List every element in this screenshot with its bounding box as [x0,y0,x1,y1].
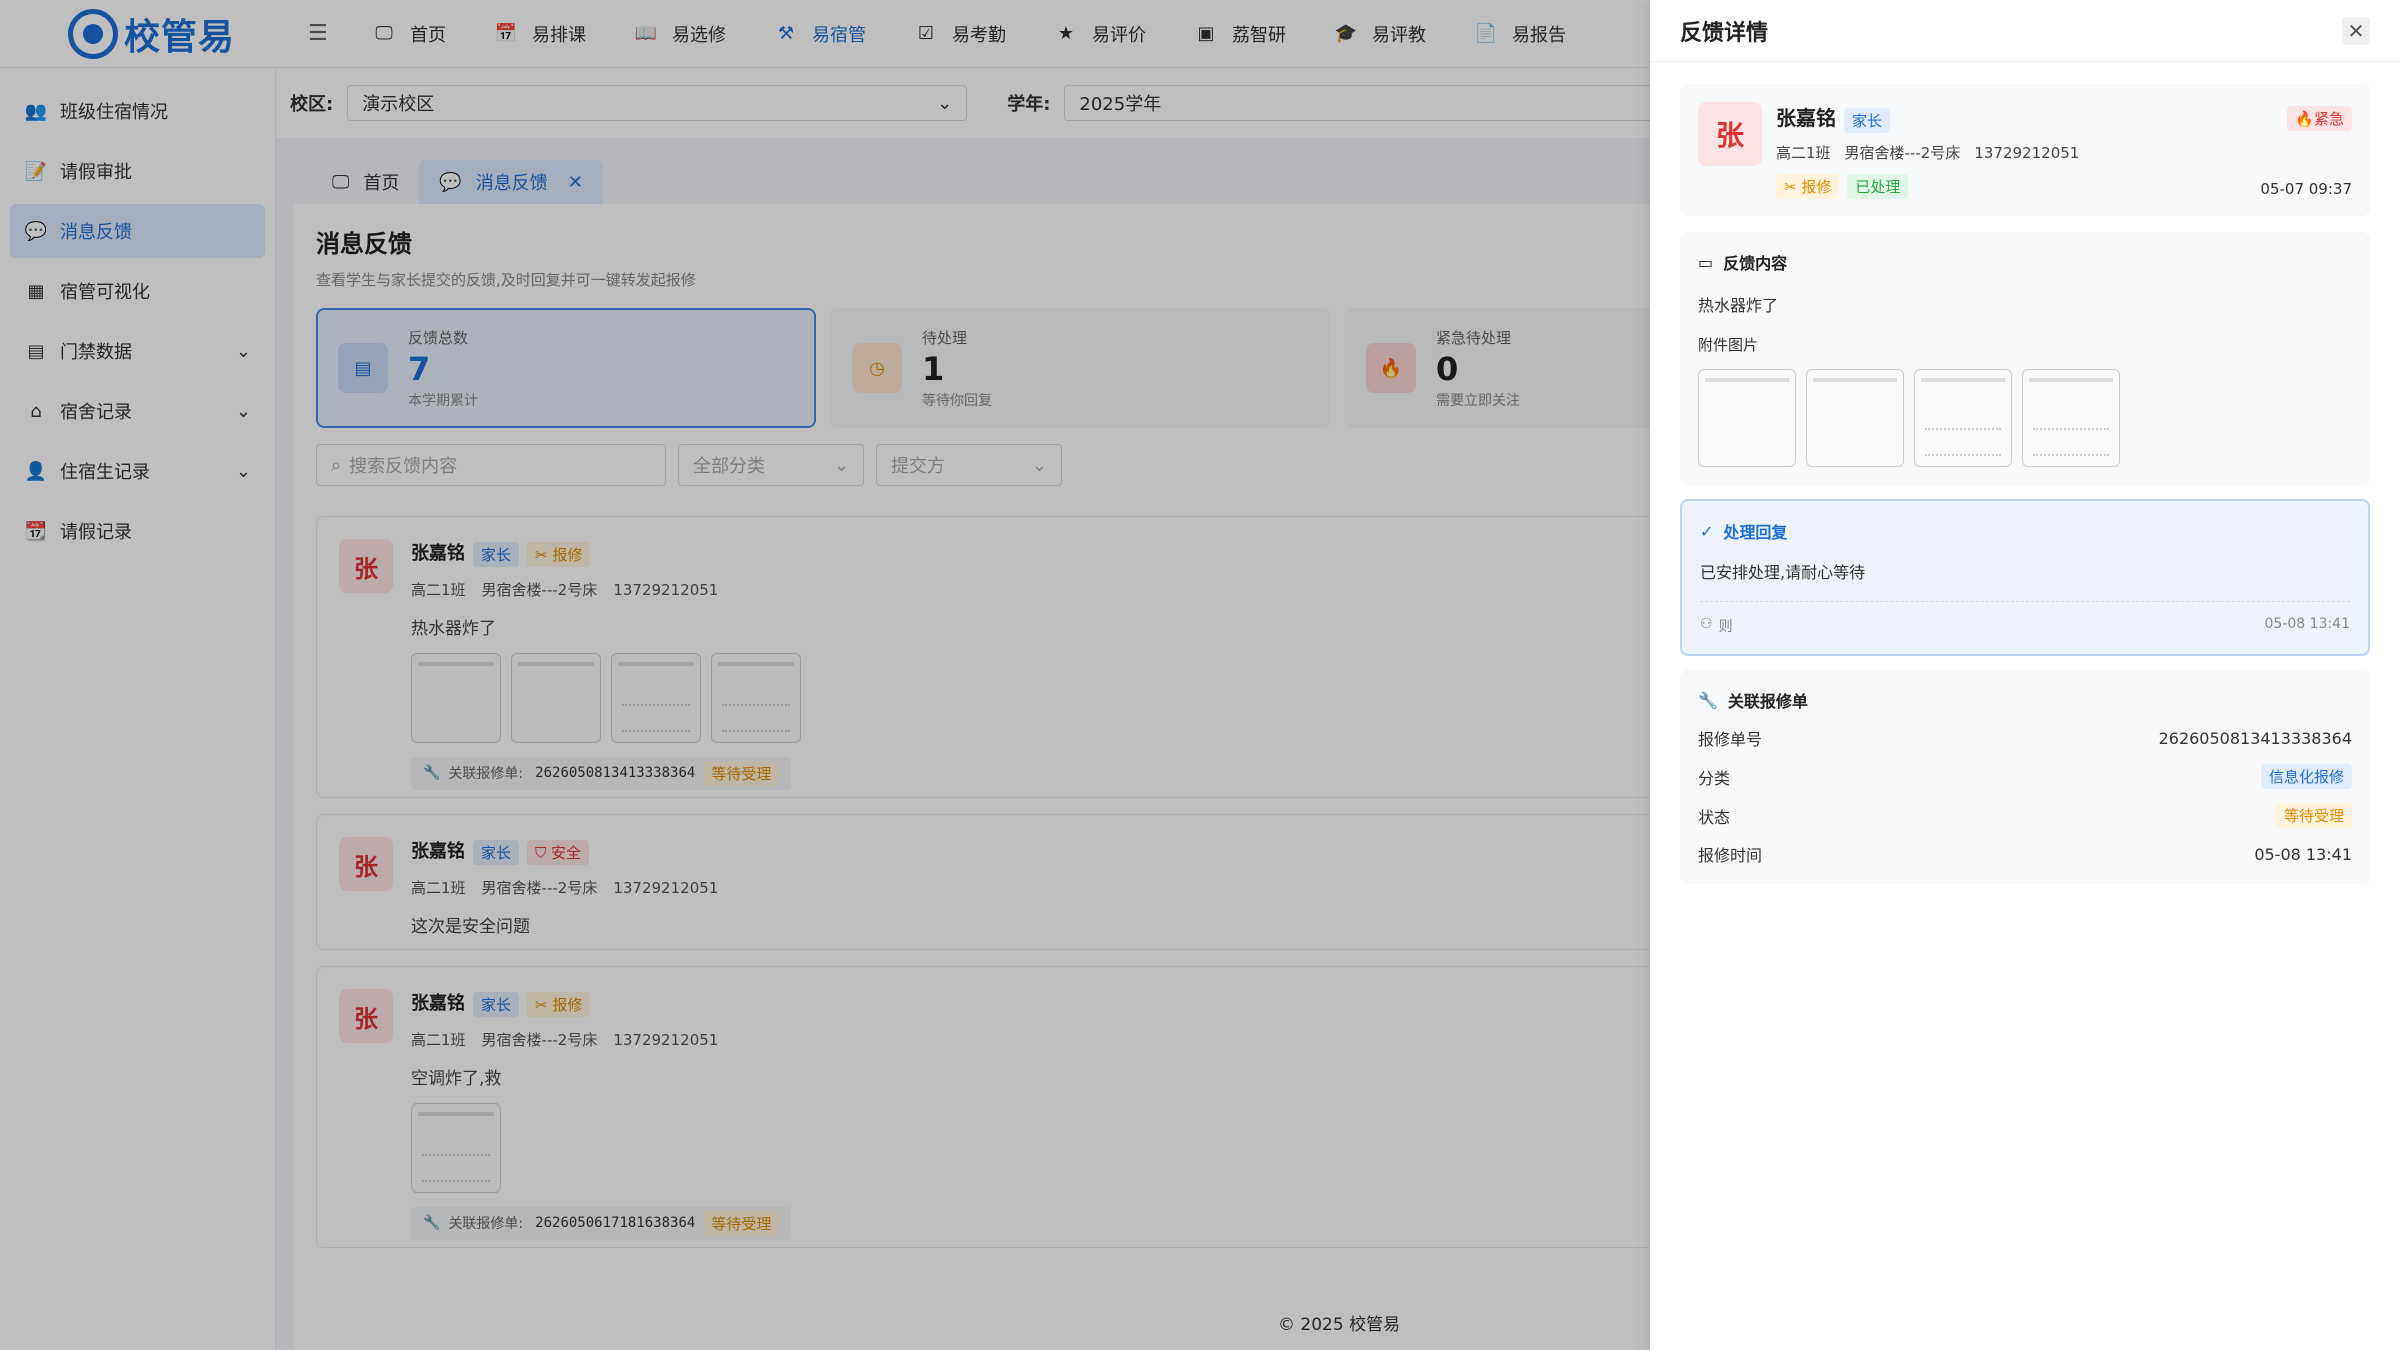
avatar: 张 [1698,102,1762,166]
repair-row-number: 报修单号 2626050813413338364 [1698,726,2352,750]
row-value: 05-08 13:41 [2254,844,2352,864]
attachment-label: 附件图片 [1698,336,1759,354]
feedback-text: 热水器炸了 [1698,296,1779,315]
repair-row-status: 状态 等待受理 [1698,803,2352,828]
section-title: 反馈内容 [1723,254,1788,273]
category-text: 报修 [1801,178,1832,196]
urgent-badge: 🔥紧急 [2287,106,2352,131]
feedback-detail-drawer: 反馈详情 ✕ 张 张嘉铭 家长 高二1班 男宿舍楼---2号床 13729212051… [1650,0,2400,1350]
name: 张嘉铭 [1776,106,1836,130]
close-icon[interactable]: ✕ [2342,16,2370,45]
reply-time: 05-08 13:41 [2264,616,2350,632]
phone-info: 13729212051 [1974,144,2080,162]
role-badge: 家长 [1844,107,1891,133]
reply-author: 则 [1718,619,1733,635]
section-title: 处理回复 [1723,523,1788,542]
message-icon: ▭ [1698,252,1714,272]
row-value: 等待受理 [2275,803,2352,828]
submitter-profile: 张 张嘉铭 家长 高二1班 男宿舍楼---2号床 13729212051 ✂ 报修 已处… [1680,84,2370,216]
class-info: 高二1班 [1776,144,1831,162]
drawer-title: 反馈详情 [1680,20,1769,46]
row-value: 2626050813413338364 [2158,728,2352,748]
attachment-thumb[interactable] [1698,369,1796,467]
wrench-icon: 🔧 [1698,690,1718,710]
submit-time: 05-07 09:37 [2260,180,2352,198]
row-key: 状态 [1698,807,1731,827]
row-key: 报修单号 [1698,730,1763,749]
row-value: 信息化报修 [2260,764,2352,789]
flame-icon: 🔥 [2295,110,2314,128]
attachment-thumb[interactable] [1914,369,2012,467]
reply-section: ✓ 处理回复 已安排处理,请耐心等待 ⚇ 则 05-08 13:41 [1680,499,2370,656]
urgent-text: 紧急 [2313,110,2344,128]
user-icon: ⚇ [1700,616,1713,632]
wrench-icon: ✂ [1784,178,1802,196]
section-title: 关联报修单 [1727,692,1808,711]
attachment-thumb[interactable] [1806,369,1904,467]
feedback-content-section: ▭ 反馈内容 热水器炸了 附件图片 [1680,232,2370,485]
attachment-thumb[interactable] [2022,369,2120,467]
repair-row-category: 分类 信息化报修 [1698,764,2352,789]
status-badge: 已处理 [1847,174,1909,199]
category-badge: ✂ 报修 [1776,174,1840,199]
row-key: 报修时间 [1698,846,1763,865]
reply-text: 已安排处理,请耐心等待 [1700,563,1866,582]
bed-info: 男宿舍楼---2号床 [1844,144,1961,162]
check-circle-icon: ✓ [1700,521,1714,541]
repair-order-section: 🔧 关联报修单 报修单号 2626050813413338364 分类 信息化报修 状… [1680,670,2370,884]
repair-row-time: 报修时间 05-08 13:41 [1698,842,2352,866]
drawer-header: 反馈详情 ✕ [1650,0,2400,62]
row-key: 分类 [1698,768,1731,788]
